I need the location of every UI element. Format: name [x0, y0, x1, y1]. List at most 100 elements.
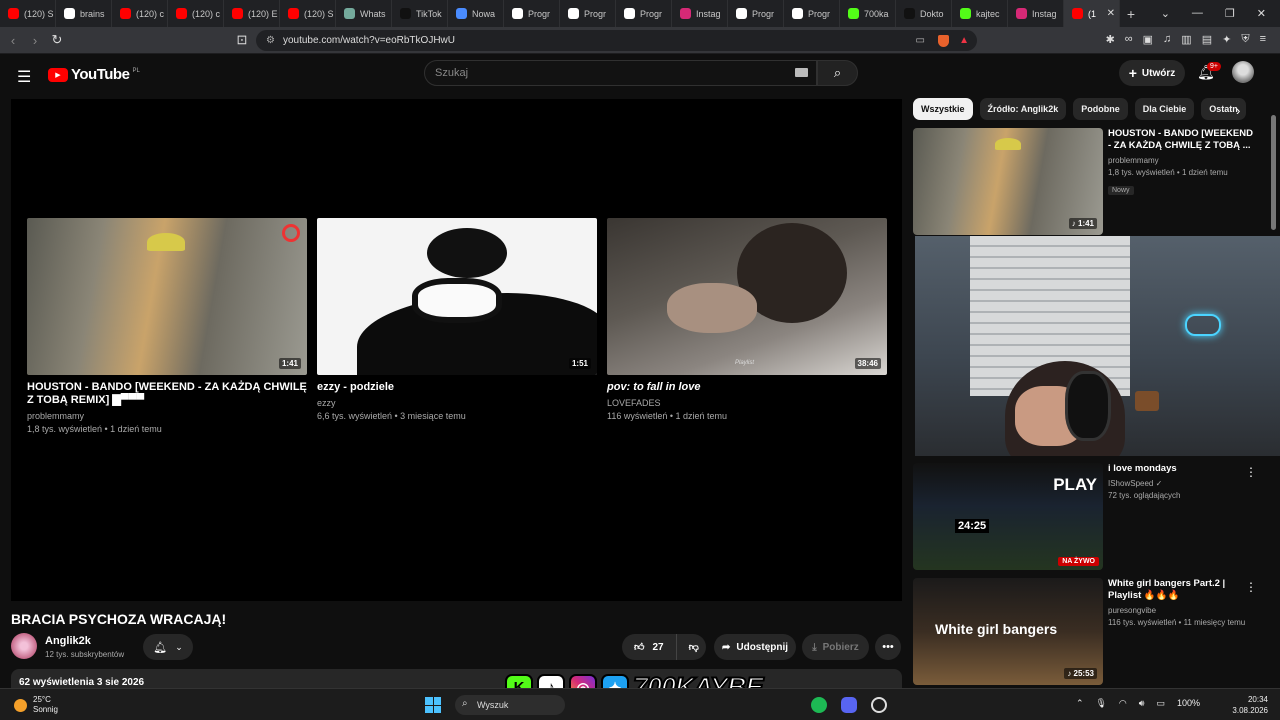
- sidebar-icon[interactable]: ▥: [1181, 33, 1191, 46]
- browser-tab[interactable]: kajtec: [952, 0, 1008, 27]
- more-actions-button[interactable]: •••: [875, 634, 901, 660]
- more-options-icon[interactable]: ⋮: [1245, 465, 1257, 479]
- endscreen-card-2[interactable]: 1:51 ezzy - podziele ezzy 6,6 tys. wyświ…: [317, 218, 597, 423]
- menu-icon[interactable]: ☰: [17, 67, 31, 87]
- maximize-button[interactable]: ❐: [1225, 7, 1235, 20]
- clock-time: 20:34: [1247, 695, 1268, 704]
- browser-tab[interactable]: Dokto: [896, 0, 952, 27]
- create-button[interactable]: + Utwórz: [1119, 60, 1185, 86]
- keyboard-icon[interactable]: [795, 68, 808, 77]
- music-icon[interactable]: ♫: [1163, 33, 1171, 46]
- browser-tab[interactable]: Instag: [1008, 0, 1064, 27]
- google-icon: [624, 8, 635, 19]
- more-options-icon[interactable]: ⋮: [1245, 580, 1257, 594]
- duration-badge: 1:41: [278, 358, 301, 369]
- volume-icon[interactable]: 🔊︎: [1139, 698, 1145, 709]
- cast-icon[interactable]: ▭: [916, 35, 925, 46]
- windows-start-icon[interactable]: [425, 697, 441, 713]
- browser-tab[interactable]: Instag: [672, 0, 728, 27]
- wallet-icon[interactable]: ▤: [1202, 33, 1212, 46]
- browser-tab[interactable]: (120) S: [280, 0, 336, 27]
- reload-button[interactable]: ↻: [46, 32, 68, 48]
- card-channel: ezzy: [317, 398, 336, 408]
- vpn-icon[interactable]: ⛨: [1241, 33, 1249, 46]
- related-channel: IShowSpeed ✓: [1108, 479, 1163, 488]
- spotify-icon[interactable]: [811, 697, 827, 713]
- close-tab-icon[interactable]: ✕: [1107, 8, 1119, 19]
- related-video-1[interactable]: ♪ 1:41 HOUSTON - BANDO [WEEKEND - ZA KAŻ…: [913, 128, 1263, 235]
- thumb-overlay-text: PLAY: [1053, 475, 1097, 494]
- browser-tab[interactable]: Progr: [616, 0, 672, 27]
- browser-tab[interactable]: TikTok: [392, 0, 448, 27]
- battery-icon[interactable]: ▭: [1156, 698, 1165, 709]
- browser-tab[interactable]: Progr: [784, 0, 840, 27]
- discord-icon[interactable]: [841, 697, 857, 713]
- url-field[interactable]: ⚙ youtube.com/watch?v=eoRbTkOJHwU ▭ ▲: [256, 30, 977, 51]
- plus-icon: +: [1128, 65, 1137, 81]
- site-info-icon[interactable]: ⚙: [266, 35, 275, 46]
- dislike-button[interactable]: 👎︎: [677, 641, 711, 653]
- search-button[interactable]: ⌕: [817, 60, 858, 86]
- kick-icon: [848, 8, 859, 19]
- browser-tab[interactable]: 700ka: [840, 0, 896, 27]
- wifi-icon[interactable]: ◠: [1119, 698, 1127, 709]
- instagram-icon: [680, 8, 691, 19]
- card-channel: LOVEFADES: [607, 398, 661, 408]
- browser-tab[interactable]: Progr: [728, 0, 784, 27]
- browser-tab[interactable]: (120) c: [168, 0, 224, 27]
- steam-icon[interactable]: [871, 697, 887, 713]
- chevron-up-icon[interactable]: ⌃: [1076, 698, 1084, 709]
- scrollbar[interactable]: [1271, 115, 1276, 230]
- browser-tab[interactable]: brains: [56, 0, 112, 27]
- browser-tab[interactable]: (120) E: [224, 0, 280, 27]
- like-button[interactable]: 👍︎ 27: [622, 634, 677, 660]
- channel-avatar[interactable]: [11, 633, 37, 659]
- account-avatar[interactable]: [1232, 61, 1254, 83]
- google-icon: [64, 8, 75, 19]
- browser-tab[interactable]: Progr: [504, 0, 560, 27]
- clock[interactable]: 20:34 3.08.2026: [1232, 694, 1268, 716]
- youtube-logo[interactable]: ▶ YouTube PL: [48, 66, 140, 83]
- channel-name[interactable]: Anglik2k: [45, 635, 91, 647]
- video-player[interactable]: 1:41 HOUSTON - BANDO [WEEKEND - ZA KAŻDĄ…: [11, 99, 902, 601]
- menu-icon[interactable]: ≡: [1260, 33, 1266, 46]
- filter-chip[interactable]: Dla Ciebie: [1134, 98, 1195, 120]
- download-button[interactable]: ⤓ Pobierz: [802, 634, 869, 660]
- taskbar-search-text: Wyszuk: [477, 700, 509, 710]
- browser-tab[interactable]: (120) c: [112, 0, 168, 27]
- browser-tab[interactable]: (1 ✕: [1064, 0, 1120, 27]
- weather-widget[interactable]: 25°C Sonnig: [14, 695, 58, 715]
- browser-tab[interactable]: Progr: [560, 0, 616, 27]
- extensions-icon[interactable]: ✱: [1106, 33, 1115, 46]
- browser-tab[interactable]: Whats: [336, 0, 392, 27]
- taskbar-search[interactable]: ⌕ Wyszuk: [455, 695, 565, 715]
- new-tab-button[interactable]: +: [1120, 6, 1142, 22]
- minimize-button[interactable]: —: [1192, 7, 1203, 20]
- subscription-bell-button[interactable]: 🔔︎ ⌄: [143, 634, 193, 660]
- leo-icon[interactable]: ✦: [1222, 33, 1231, 46]
- brave-shield-icon[interactable]: [938, 34, 949, 47]
- screen-icon[interactable]: ▣: [1143, 33, 1153, 46]
- filter-chip[interactable]: Wszystkie: [913, 98, 973, 120]
- endscreen-card-3[interactable]: Playlist 38:46 pov: to fall in love LOVE…: [607, 218, 887, 423]
- thumb-caption: Playlist: [735, 360, 755, 366]
- related-video-2[interactable]: PLAY 24:25 NA ŻYWO i love mondays IShowS…: [913, 463, 1263, 570]
- forward-button[interactable]: ›: [24, 33, 46, 48]
- globe-icon: [456, 8, 467, 19]
- share-button[interactable]: ➦ Udostępnij: [714, 634, 796, 660]
- bookmark-icon[interactable]: ⊡: [231, 32, 253, 48]
- related-video-3[interactable]: White girl bangers ♪ 25:53 White girl ba…: [913, 578, 1263, 685]
- rewards-icon[interactable]: ▲: [959, 35, 969, 46]
- filter-chip[interactable]: Podobne: [1073, 98, 1128, 120]
- browser-tab[interactable]: Nowa: [448, 0, 504, 27]
- filter-chip[interactable]: Źródło: Anglik2k: [979, 98, 1067, 120]
- back-button[interactable]: ‹: [2, 33, 24, 48]
- tab-search-icon[interactable]: ⌄: [1161, 7, 1170, 20]
- close-window-button[interactable]: ✕: [1257, 7, 1266, 20]
- search-input[interactable]: Szukaj: [424, 60, 817, 86]
- browser-tab[interactable]: (120) S: [0, 0, 56, 27]
- endscreen-card-1[interactable]: 1:41 HOUSTON - BANDO [WEEKEND - ZA KAŻDĄ…: [27, 218, 307, 436]
- chevron-right-icon[interactable]: ›: [1236, 103, 1240, 118]
- microphone-icon[interactable]: 🎙︎: [1095, 698, 1106, 709]
- link-icon[interactable]: ∞: [1125, 33, 1133, 46]
